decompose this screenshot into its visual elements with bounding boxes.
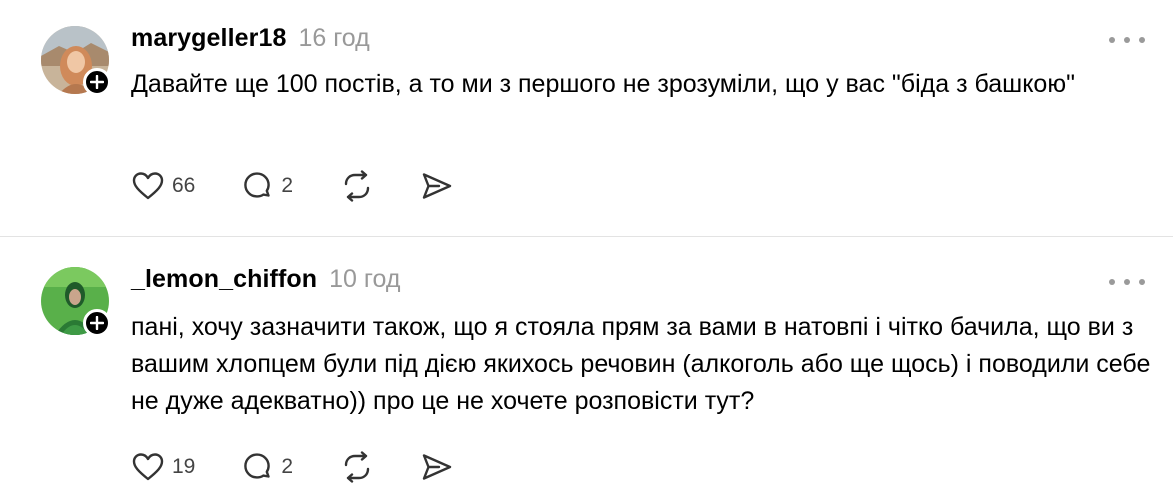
- plus-icon: [90, 316, 104, 330]
- comment-icon: [244, 172, 271, 198]
- like-count: 66: [172, 174, 196, 197]
- more-icon: [1109, 37, 1115, 43]
- action-bar: 19 2: [132, 451, 453, 483]
- heart-icon: [132, 453, 164, 481]
- follow-button[interactable]: [83, 68, 111, 96]
- repost-icon: [344, 451, 370, 483]
- reply-button[interactable]: 2: [241, 170, 293, 202]
- timestamp[interactable]: 10 год: [329, 265, 400, 294]
- reply-count: 2: [281, 455, 294, 478]
- username[interactable]: _lemon_chiffon: [131, 265, 317, 294]
- post-header: marygeller18 16 год: [131, 24, 370, 53]
- repost-icon: [344, 170, 370, 202]
- plus-icon: [90, 75, 104, 89]
- more-icon-dot: [1139, 279, 1145, 285]
- avatar[interactable]: [41, 267, 111, 337]
- more-icon-dot: [1139, 37, 1145, 43]
- comment-icon: [244, 453, 271, 479]
- like-button[interactable]: 19: [132, 452, 195, 482]
- reply-button[interactable]: 2: [241, 451, 293, 483]
- more-button[interactable]: [1109, 30, 1145, 50]
- post-header: _lemon_chiffon 10 год: [131, 265, 400, 294]
- more-icon: [1109, 279, 1115, 285]
- thread-reply: _lemon_chiffon 10 год пані, хочу зазначи…: [0, 237, 1173, 504]
- repost-button[interactable]: [341, 451, 373, 483]
- post-text: Давайте ще 100 постів, а то ми з першого…: [131, 70, 1075, 98]
- follow-button[interactable]: [83, 309, 111, 337]
- like-button[interactable]: 66: [132, 171, 195, 201]
- post-text: пані, хочу зазначити також, що я стояла …: [131, 313, 1151, 415]
- username[interactable]: marygeller18: [131, 24, 286, 53]
- like-count: 19: [172, 455, 196, 478]
- share-button[interactable]: [421, 452, 453, 482]
- share-icon: [422, 173, 452, 199]
- share-button[interactable]: [421, 171, 453, 201]
- avatar[interactable]: [41, 26, 111, 96]
- heart-icon: [132, 172, 164, 200]
- repost-button[interactable]: [341, 170, 373, 202]
- more-icon-dot: [1124, 37, 1130, 43]
- timestamp[interactable]: 16 год: [298, 24, 369, 53]
- more-button[interactable]: [1109, 272, 1145, 292]
- action-bar: 66 2: [132, 170, 453, 202]
- reply-count: 2: [281, 174, 294, 197]
- share-icon: [422, 454, 452, 480]
- thread-reply: marygeller18 16 год Давайте ще 100 пості…: [0, 0, 1173, 236]
- more-icon-dot: [1124, 279, 1130, 285]
